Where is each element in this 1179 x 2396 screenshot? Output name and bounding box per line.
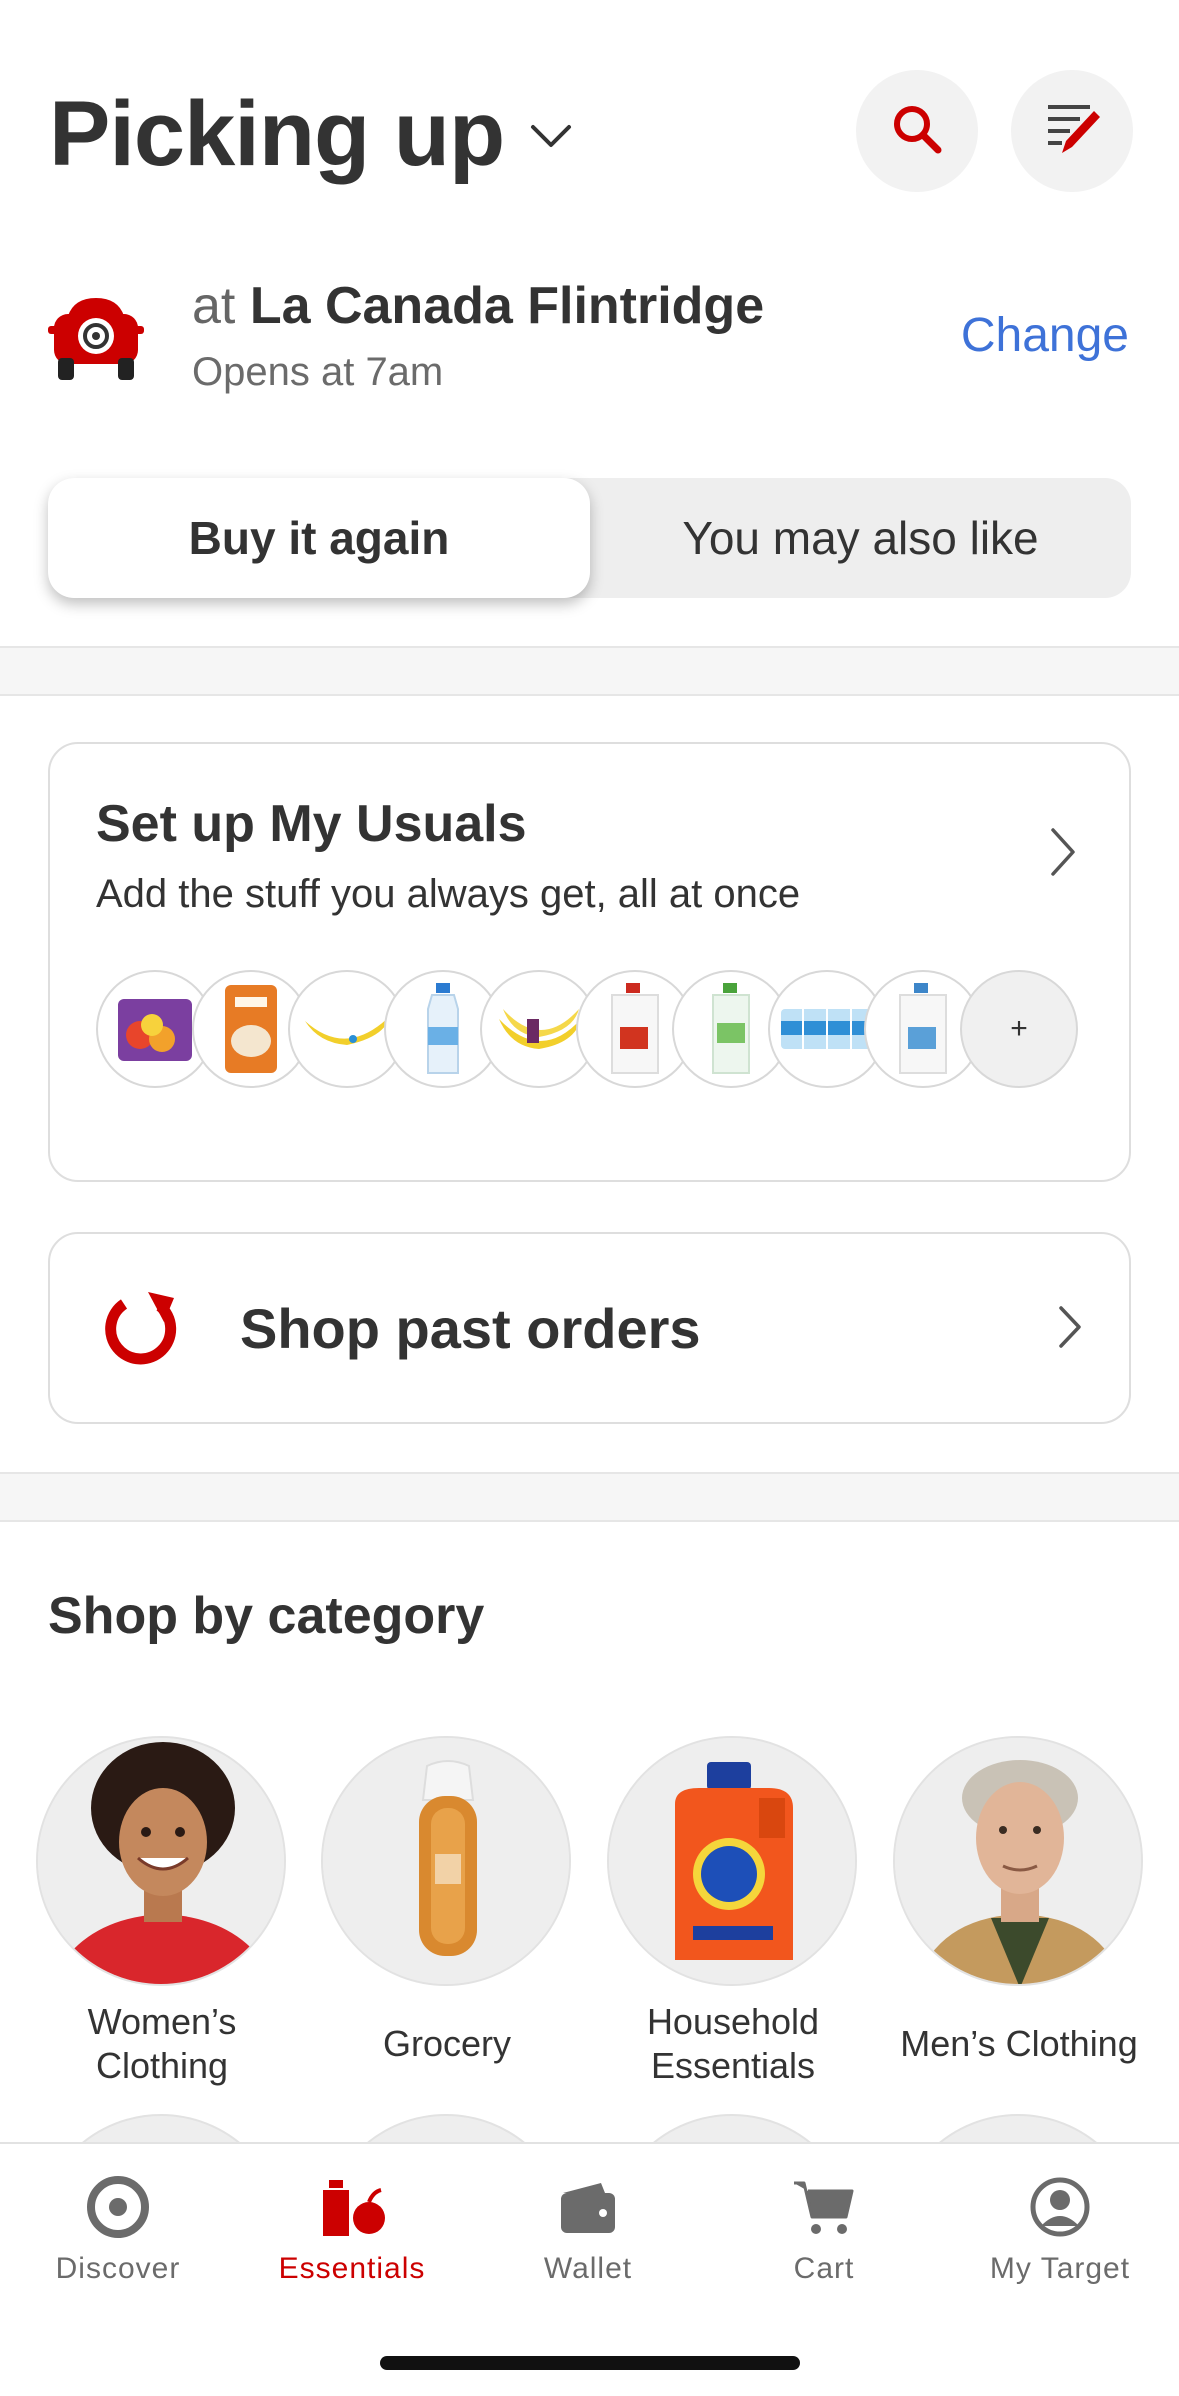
page-title: Picking up xyxy=(49,83,505,185)
reorder-icon xyxy=(102,1290,184,1377)
chevron-right-icon xyxy=(1049,826,1077,883)
tab-essentials[interactable]: Essentials xyxy=(234,2172,470,2286)
womens-clothing-image xyxy=(36,1736,286,1986)
category-label-line2: Clothing xyxy=(95,2045,229,2086)
store-line: at La Canada Flintridge xyxy=(192,276,764,336)
chevron-right-icon xyxy=(1057,1304,1083,1355)
shop-past-orders-label: Shop past orders xyxy=(240,1297,701,1360)
tab-wallet[interactable]: Wallet xyxy=(470,2172,706,2286)
tab-label: Cart xyxy=(793,2252,855,2285)
tab-cart[interactable]: Cart xyxy=(706,2172,942,2286)
shop-past-orders-card[interactable]: Shop past orders xyxy=(48,1232,1131,1424)
store-prefix: at xyxy=(192,277,236,335)
header: Picking up xyxy=(0,0,1179,240)
segmented-control: You may also like Buy it again xyxy=(48,478,1131,598)
category-label: Grocery xyxy=(382,2023,512,2064)
account-icon xyxy=(942,2172,1178,2242)
change-store-link[interactable]: Change xyxy=(961,308,1129,363)
drive-up-car-icon xyxy=(48,292,144,389)
store-name: La Canada Flintridge xyxy=(249,277,765,335)
store-hours: Opens at 7am xyxy=(192,350,444,394)
shop-by-category-title: Shop by category xyxy=(48,1587,485,1645)
store-info: at La Canada Flintridge Opens at 7am Cha… xyxy=(0,262,1179,412)
mens-clothing-image xyxy=(893,1736,1143,1986)
wallet-icon xyxy=(470,2172,706,2242)
shopping-list-button[interactable] xyxy=(1011,70,1133,192)
tab-label: Essentials xyxy=(278,2252,426,2285)
chevron-down-icon xyxy=(530,123,572,154)
fulfillment-selector[interactable]: Picking up xyxy=(49,82,572,187)
household-essentials-image xyxy=(607,1736,857,1986)
category-label: Women’s Clothing xyxy=(32,2000,292,2088)
shopping-list-icon xyxy=(1040,97,1104,166)
usuals-thumbnails: + xyxy=(96,970,1096,1088)
category-label-line1: Household xyxy=(646,2001,820,2042)
category-grocery[interactable]: Grocery xyxy=(321,1736,573,2066)
more-items-button[interactable]: + xyxy=(960,970,1078,1088)
target-logo-icon xyxy=(0,2172,236,2242)
tab-label: Wallet xyxy=(543,2252,633,2285)
section-divider xyxy=(0,646,1179,696)
tab-label: My Target xyxy=(989,2252,1131,2285)
grocery-image xyxy=(321,1736,571,1986)
cart-icon xyxy=(706,2172,942,2242)
essentials-icon xyxy=(234,2172,470,2242)
category-womens-clothing[interactable]: Women’s Clothing xyxy=(36,1736,288,2088)
tab-buy-it-again[interactable]: Buy it again xyxy=(48,478,590,598)
tab-label: Discover xyxy=(55,2252,181,2285)
category-label: Men’s Clothing xyxy=(900,2023,1138,2064)
category-label-line1: Women’s xyxy=(87,2001,237,2042)
tab-you-may-also-like[interactable]: You may also like xyxy=(590,478,1131,598)
search-button[interactable] xyxy=(856,70,978,192)
tab-my-target[interactable]: My Target xyxy=(942,2172,1178,2286)
section-divider xyxy=(0,1472,1179,1522)
my-usuals-card[interactable]: Set up My Usuals Add the stuff you alway… xyxy=(48,742,1131,1182)
category-label: Household Essentials xyxy=(603,2000,863,2088)
search-icon xyxy=(891,103,943,160)
category-mens-clothing[interactable]: Men’s Clothing xyxy=(893,1736,1145,2066)
category-household-essentials[interactable]: Household Essentials xyxy=(607,1736,859,2088)
usuals-subtitle: Add the stuff you always get, all at onc… xyxy=(96,872,801,916)
category-label-line2: Essentials xyxy=(650,2045,816,2086)
tab-discover[interactable]: Discover xyxy=(0,2172,236,2286)
usuals-title: Set up My Usuals xyxy=(96,795,527,853)
home-indicator xyxy=(380,2356,800,2370)
